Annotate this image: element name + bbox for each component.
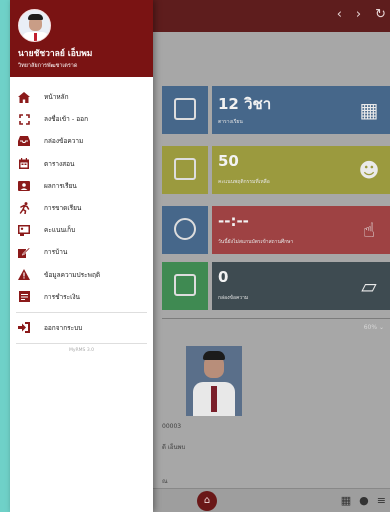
menu-item-grades[interactable]: ผลการเรียน [10, 175, 153, 197]
menu-item-label: การขาดเรียน [44, 204, 82, 213]
logout-icon [18, 322, 30, 334]
student-photo [186, 346, 242, 416]
tile-behavior-label: คะแนนพฤติกรรมที่เหลือ [218, 179, 270, 185]
student-name: ดี เอ็นพบ [162, 444, 186, 451]
folder-open-icon: ▱ [361, 274, 377, 298]
menu-item-label: คะแนนเก็บ [44, 226, 76, 235]
logout-label: ออกจากระบบ [44, 323, 83, 332]
student-extra: ณ [162, 478, 168, 485]
warning-icon [18, 269, 30, 281]
schedule-mini-tile[interactable] [162, 86, 208, 134]
copy-icon [174, 98, 196, 120]
tile-behavior-value: 50 [218, 152, 239, 170]
home-icon: ⌂ [203, 495, 211, 506]
menu-item-inbox[interactable]: กล่องข้อความ [10, 130, 153, 152]
drawer-menu: หน้าหลัก ลงชื่อเข้า - ออก กล่องข้อความ ต… [10, 86, 153, 353]
menu-divider [16, 343, 147, 345]
inbox-icon [18, 135, 30, 147]
menu-item-label: กล่องข้อความ [44, 137, 84, 146]
list-icon [174, 158, 196, 180]
touch-icon: ☝ [362, 218, 376, 242]
calendar-icon [18, 158, 30, 170]
menu-item-label: ผลการเรียน [44, 181, 77, 190]
qr-icon[interactable]: ▦ [341, 494, 351, 507]
tile-schedule-label: ตารางเรียน [218, 119, 243, 125]
calendar-mini-tile[interactable] [162, 262, 208, 310]
app-version: MyRMS 3.0 [69, 348, 94, 354]
running-icon [18, 202, 30, 215]
calendar-icon: ▦ [359, 98, 379, 122]
menu-item-label: การชำระเงิน [44, 292, 80, 301]
behavior-mini-tile[interactable] [162, 146, 208, 194]
menu-item-scores[interactable]: คะแนนเก็บ [10, 219, 153, 241]
scan-icon [18, 113, 30, 125]
info-icon[interactable]: ● [359, 494, 369, 507]
tile-attendance-label: วันนี้ยังไม่สแกนบัตรเข้าสถานศึกษา [218, 239, 294, 245]
police-icon: ☻ [358, 158, 380, 182]
top-nav-icons: ‹ › ↻ [337, 7, 386, 22]
menu-item-home[interactable]: หน้าหลัก [10, 86, 153, 108]
avatar[interactable] [18, 9, 51, 42]
menu-item-label: ตารางสอน [44, 159, 75, 168]
payment-icon [18, 291, 30, 303]
menu-divider [16, 311, 147, 313]
student-id: 00003 [162, 423, 182, 430]
drawer-header: นายชัชวาลย์ เอ็บพม วิทยาลัยการพัฒชาเตราด [10, 0, 153, 77]
divider [162, 318, 390, 319]
forward-icon[interactable]: › [356, 7, 361, 22]
menu-item-label: ลงชื่อเข้า - ออก [44, 115, 89, 124]
menu-item-checkin[interactable]: ลงชื่อเข้า - ออก [10, 108, 153, 130]
menu-item-absence[interactable]: การขาดเรียน [10, 197, 153, 219]
tile-attendance-value: --:-- [218, 212, 249, 230]
refresh-icon[interactable]: ↻ [375, 7, 386, 22]
tile-inbox[interactable]: 0 กล่องข้อความ ▱ [212, 262, 390, 310]
tile-schedule-value: 12 วิชา [218, 95, 272, 113]
home-icon [18, 91, 30, 103]
menu-item-homework[interactable]: การบ้าน [10, 241, 153, 263]
edit-icon [18, 246, 30, 258]
touch-icon [174, 218, 196, 240]
menu-item-logout[interactable]: ออกจากระบบ [10, 317, 153, 339]
menu-item-label: ข้อมูลความประพฤติ [44, 270, 101, 279]
zoom-select[interactable]: 60% ⌄ [364, 324, 384, 331]
back-icon[interactable]: ‹ [337, 7, 342, 22]
home-button[interactable]: ⌂ [197, 491, 217, 511]
table-icon [174, 274, 196, 296]
tile-schedule[interactable]: 12 วิชา ตารางเรียน ▦ [212, 86, 390, 134]
menu-item-label: การบ้าน [44, 248, 68, 257]
tile-behavior[interactable]: 50 คะแนนพฤติกรรมที่เหลือ ☻ [212, 146, 390, 194]
navigation-drawer: นายชัชวาลย์ เอ็บพม วิทยาลัยการพัฒชาเตราด… [10, 0, 153, 512]
bottom-icons: ▦ ● ≡ [341, 494, 386, 507]
tile-attendance[interactable]: --:-- วันนี้ยังไม่สแกนบัตรเข้าสถานศึกษา … [212, 206, 390, 254]
menu-item-payment[interactable]: การชำระเงิน [10, 286, 153, 308]
user-college: วิทยาลัยการพัฒชาเตราด [18, 63, 78, 69]
scan-mini-tile[interactable] [162, 206, 208, 254]
menu-item-timetable[interactable]: ตารางสอน [10, 153, 153, 175]
menu-item-label: หน้าหลัก [44, 93, 69, 102]
menu-item-behavior[interactable]: ข้อมูลความประพฤติ [10, 264, 153, 286]
user-name: นายชัชวาลย์ เอ็บพม [18, 49, 93, 59]
tile-inbox-value: 0 [218, 268, 229, 286]
tile-inbox-label: กล่องข้อความ [218, 295, 249, 301]
menu-icon[interactable]: ≡ [377, 494, 386, 507]
id-card-icon [18, 180, 30, 192]
clipboard-user-icon [18, 224, 30, 236]
